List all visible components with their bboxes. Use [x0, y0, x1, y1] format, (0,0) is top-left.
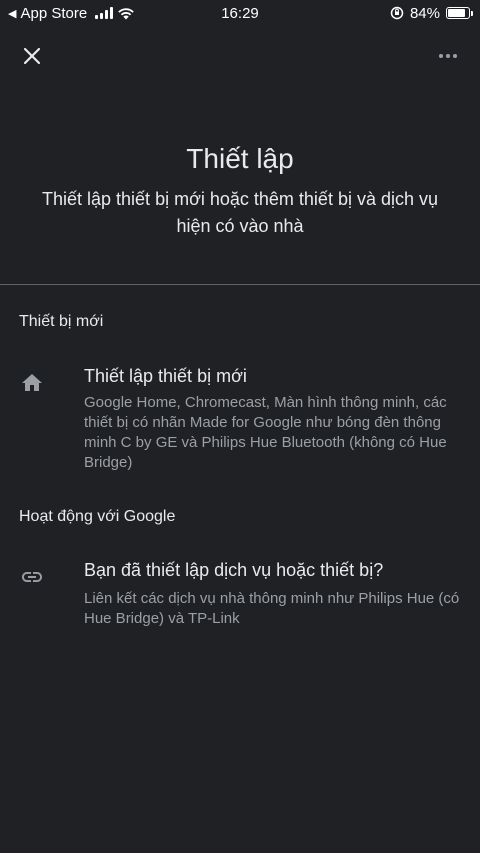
- page-subtitle: Thiết lập thiết bị mới hoặc thêm thiết b…: [42, 189, 438, 236]
- back-app-label: App Store: [20, 4, 88, 22]
- link-icon: [22, 572, 42, 582]
- link-existing-service-item[interactable]: Bạn đã thiết lập dịch vụ hoặc thiết bị? …: [0, 558, 480, 632]
- setup-new-device-description: Google Home, Chromecast, Màn hình thông …: [84, 394, 447, 471]
- wifi-icon: [118, 7, 134, 19]
- divider: [0, 284, 480, 285]
- battery-level: [448, 9, 465, 17]
- page-title: Thiết lập: [186, 143, 294, 174]
- orientation-lock-icon: [390, 6, 404, 20]
- back-arrow-icon: ◀: [8, 7, 17, 20]
- battery-percent: 84%: [409, 4, 440, 22]
- section-heading-works-with-google: Hoạt động với Google: [19, 508, 176, 525]
- status-bar: ◀ App Store 16:29 84%: [0, 0, 480, 26]
- section-heading-new-devices: Thiết bị mới: [19, 313, 104, 330]
- close-icon: [23, 47, 41, 65]
- setup-screen: ◀ App Store 16:29 84% Thiết lập Thiết lậ…: [0, 0, 480, 853]
- home-icon: [22, 374, 42, 391]
- more-horizontal-icon: [439, 54, 457, 58]
- link-existing-service-title: Bạn đã thiết lập dịch vụ hoặc thiết bị?: [84, 560, 384, 580]
- more-options-button[interactable]: [434, 42, 462, 70]
- signal-icon: [95, 7, 114, 19]
- setup-new-device-title: Thiết lập thiết bị mới: [84, 366, 247, 386]
- back-to-app[interactable]: ◀ App Store: [8, 5, 135, 22]
- close-button[interactable]: [18, 42, 46, 70]
- battery-icon: [446, 7, 473, 19]
- setup-new-device-item[interactable]: Thiết lập thiết bị mới Google Home, Chro…: [0, 362, 480, 474]
- link-existing-service-description: Liên kết các dịch vụ nhà thông minh như …: [84, 590, 460, 627]
